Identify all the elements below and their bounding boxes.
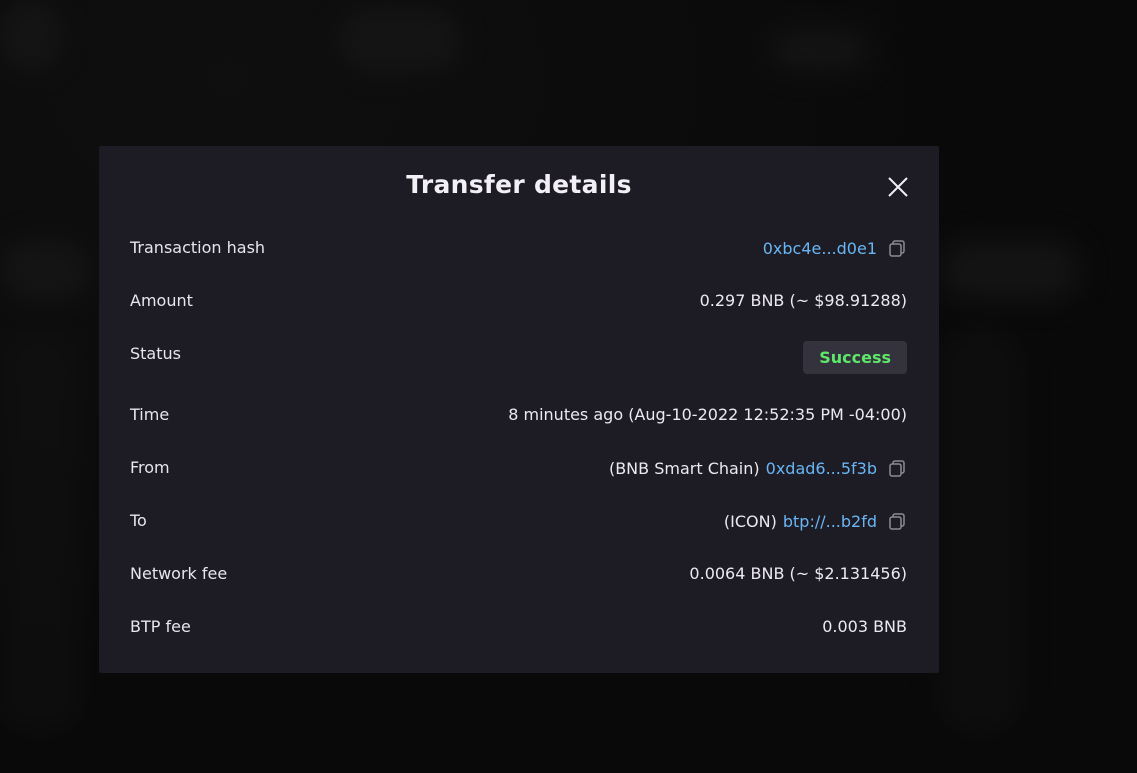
close-button[interactable]	[887, 176, 909, 198]
from-address-link[interactable]: 0xdad6...5f3b	[766, 459, 877, 478]
transaction-hash-link[interactable]: 0xbc4e...d0e1	[763, 239, 877, 258]
amount-row: Amount 0.297 BNB (~ $98.91288)	[130, 287, 907, 340]
copy-icon[interactable]	[887, 458, 907, 478]
transaction-hash-row: Transaction hash 0xbc4e...d0e1	[130, 234, 907, 287]
details-list: Transaction hash 0xbc4e...d0e1 Amount 0.…	[130, 234, 907, 666]
network-fee-row: Network fee 0.0064 BNB (~ $2.131456)	[130, 560, 907, 613]
status-row: Status Success	[130, 340, 907, 401]
to-value: (ICON) btp://...b2fd	[724, 507, 907, 531]
time-label: Time	[130, 405, 170, 424]
network-fee-value: 0.0064 BNB (~ $2.131456)	[689, 564, 907, 583]
amount-label: Amount	[130, 291, 193, 310]
to-row: To (ICON) btp://...b2fd	[130, 507, 907, 560]
from-value: (BNB Smart Chain) 0xdad6...5f3b	[609, 454, 907, 478]
to-network: (ICON)	[723, 511, 777, 531]
transfer-details-modal: Transfer details Transaction hash 0xbc4e…	[99, 146, 939, 673]
btp-fee-value: 0.003 BNB	[822, 617, 907, 636]
from-network: (BNB Smart Chain)	[608, 458, 760, 478]
time-value: 8 minutes ago (Aug-10-2022 12:52:35 PM -…	[508, 405, 907, 424]
copy-icon[interactable]	[887, 238, 907, 258]
status-label: Status	[130, 344, 181, 363]
btp-fee-row: BTP fee 0.003 BNB	[130, 613, 907, 666]
network-fee-label: Network fee	[130, 564, 228, 583]
to-label: To	[130, 511, 147, 530]
modal-title: Transfer details	[406, 170, 632, 199]
from-row: From (BNB Smart Chain) 0xdad6...5f3b	[130, 454, 907, 507]
status-badge: Success	[803, 341, 907, 374]
transaction-hash-value: 0xbc4e...d0e1	[763, 234, 907, 258]
copy-icon[interactable]	[887, 511, 907, 531]
amount-value: 0.297 BNB (~ $98.91288)	[699, 291, 907, 310]
time-row: Time 8 minutes ago (Aug-10-2022 12:52:35…	[130, 401, 907, 454]
close-icon	[888, 177, 908, 197]
from-label: From	[130, 458, 170, 477]
transaction-hash-label: Transaction hash	[130, 238, 266, 257]
to-address-link[interactable]: btp://...b2fd	[783, 512, 877, 531]
btp-fee-label: BTP fee	[130, 617, 191, 636]
